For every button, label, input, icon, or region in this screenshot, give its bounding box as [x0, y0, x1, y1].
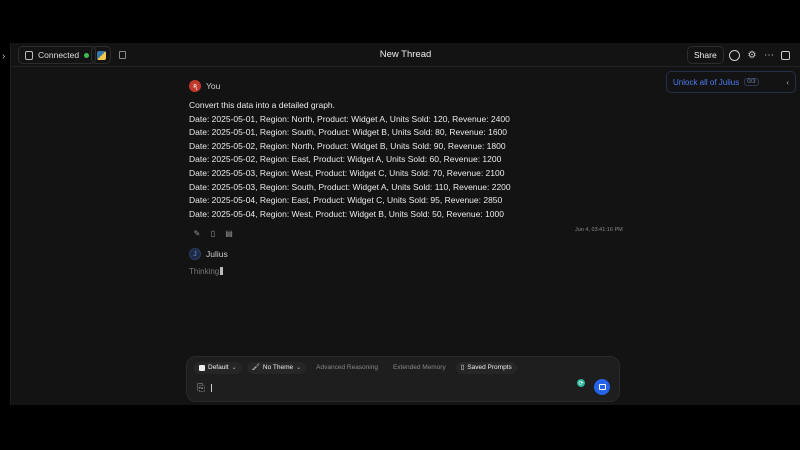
clipboard-icon[interactable]: ▤: [225, 229, 233, 238]
message-input[interactable]: [215, 383, 555, 395]
share-button[interactable]: Share: [687, 46, 724, 64]
message-line: Convert this data into a detailed graph.: [189, 100, 336, 110]
panel-icon[interactable]: [778, 48, 792, 62]
theme-label: No Theme: [262, 364, 294, 371]
send-icon: [598, 384, 606, 390]
send-button[interactable]: [594, 379, 610, 395]
model-select[interactable]: Default ⌄: [194, 362, 242, 374]
page-title: New Thread: [379, 49, 432, 60]
bookmark-icon[interactable]: ▯: [209, 229, 217, 238]
message-line: Date: 2025-05-01, Region: North, Product…: [189, 113, 510, 124]
left-rail: ›: [0, 43, 11, 405]
unlock-badge: 0/3: [744, 78, 759, 86]
user-message-header: ꭆ You: [189, 80, 220, 92]
user-message-body: Convert this data into a detailed graph.…: [189, 99, 629, 221]
saved-prompts-button[interactable]: ▯ Saved Prompts: [455, 362, 517, 374]
paperclip-icon[interactable]: ⎘: [197, 383, 205, 394]
extended-memory-toggle[interactable]: Extended Memory: [388, 362, 451, 374]
thinking-text: Thinking: [189, 267, 220, 276]
assistant-avatar: J: [189, 248, 201, 260]
theme-select[interactable]: 🖌 No Theme ⌄: [246, 362, 307, 374]
input-caret: [211, 384, 212, 392]
brush-icon: 🖌: [251, 364, 260, 371]
typing-caret: [220, 267, 224, 275]
bookmark-icon: ▯: [460, 364, 465, 371]
chevron-down-icon: ⌄: [296, 365, 302, 371]
python-icon: [96, 50, 106, 60]
message-timestamp: Jun 4, 03:41:16 PM: [575, 227, 623, 233]
more-icon[interactable]: ⋯: [762, 48, 776, 62]
database-icon: [25, 50, 33, 60]
advanced-reasoning-toggle[interactable]: Advanced Reasoning: [311, 362, 383, 374]
copy-icon[interactable]: [119, 51, 126, 59]
unlock-banner[interactable]: Unlock all of Julius 0/3 ‹: [666, 71, 796, 93]
composer: Default ⌄ 🖌 No Theme ⌄ Advanced Reasonin…: [186, 356, 620, 402]
message-line: Date: 2025-05-02, Region: East, Product:…: [189, 154, 502, 165]
model-icon: [199, 365, 205, 371]
saved-prompts-label: Saved Prompts: [467, 364, 512, 371]
pencil-icon[interactable]: ✎: [193, 229, 201, 238]
app-window: › Connected New Thread Share ⚙ ⋯ Unlock …: [0, 43, 800, 405]
composer-pills: Default ⌄ 🖌 No Theme ⌄ Advanced Reasonin…: [194, 362, 517, 374]
message-actions: ✎ ▯ ▤: [193, 229, 233, 238]
user-avatar: ꭆ: [189, 80, 201, 92]
chevron-left-icon[interactable]: ‹: [786, 78, 789, 87]
connection-button[interactable]: Connected: [18, 46, 97, 64]
assistant-name: Julius: [206, 249, 228, 259]
message-line: Date: 2025-05-04, Region: East, Product:…: [189, 195, 503, 206]
message-line: Date: 2025-05-03, Region: West, Product:…: [189, 167, 505, 178]
connection-label: Connected: [38, 50, 80, 60]
chevron-down-icon: ⌄: [231, 365, 237, 371]
message-line: Date: 2025-05-01, Region: South, Product…: [189, 127, 507, 138]
top-bar: Connected New Thread Share ⚙ ⋯: [11, 43, 800, 67]
user-author: You: [206, 81, 221, 91]
assistant-status-icon[interactable]: ⟳: [575, 377, 587, 389]
status-dot: [84, 52, 90, 58]
message-line: Date: 2025-05-04, Region: West, Product:…: [189, 208, 504, 219]
model-label: Default: [208, 364, 229, 371]
unlock-label: Unlock all of Julius: [673, 77, 740, 87]
message-line: Date: 2025-05-02, Region: North, Product…: [189, 140, 506, 151]
python-button[interactable]: [91, 46, 111, 64]
thinking-indicator: Thinking: [189, 267, 224, 276]
message-line: Date: 2025-05-03, Region: South, Product…: [189, 181, 511, 192]
assistant-header: J Julius: [189, 248, 228, 260]
chevron-right-icon[interactable]: ›: [2, 51, 5, 62]
history-icon[interactable]: [727, 48, 741, 62]
gear-icon[interactable]: ⚙: [745, 48, 759, 62]
main-panel: Connected New Thread Share ⚙ ⋯ Unlock al…: [11, 43, 800, 405]
